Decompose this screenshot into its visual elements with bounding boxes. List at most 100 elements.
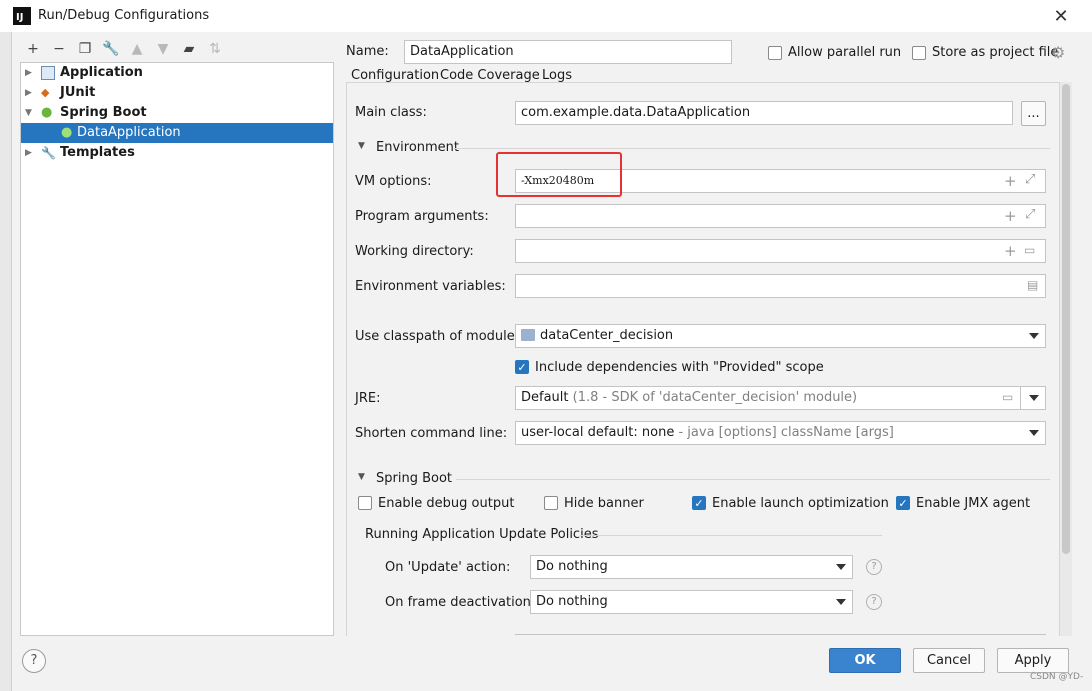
tree-item-dataapplication[interactable]: ● DataApplication bbox=[21, 123, 333, 143]
watermark-text: CSDN @YD- bbox=[1030, 672, 1084, 682]
tree-item-label: Templates bbox=[60, 145, 135, 160]
launch-optimization-checkbox[interactable]: ✓ bbox=[692, 496, 706, 510]
scrollbar-thumb[interactable] bbox=[1062, 84, 1070, 554]
spring-boot-section-title[interactable]: Spring Boot bbox=[376, 471, 452, 486]
highlight-annotation bbox=[496, 152, 622, 197]
chevron-down-icon[interactable] bbox=[836, 564, 846, 570]
editor-gutter-strip bbox=[0, 32, 12, 691]
program-arguments-input[interactable] bbox=[515, 204, 1046, 228]
help-icon[interactable]: ? bbox=[866, 594, 882, 610]
tree-item-junit[interactable]: ▶ ◆ JUnit bbox=[21, 83, 333, 103]
classpath-module-select[interactable]: dataCenter_decision bbox=[515, 324, 1046, 348]
jmx-agent-label: Enable JMX agent bbox=[916, 496, 1031, 511]
debug-output-checkbox[interactable] bbox=[358, 496, 372, 510]
browse-button[interactable]: ... bbox=[1021, 101, 1046, 126]
environment-variables-input[interactable] bbox=[515, 274, 1046, 298]
junit-icon: ◆ bbox=[41, 86, 50, 99]
environment-variables-label: Environment variables: bbox=[355, 279, 506, 294]
spring-boot-icon: ● bbox=[61, 125, 73, 140]
help-icon[interactable]: ? bbox=[866, 559, 882, 575]
environment-section-title[interactable]: Environment bbox=[376, 140, 459, 155]
section-divider bbox=[456, 479, 1050, 480]
partial-field-edge bbox=[515, 634, 1046, 635]
tab-logs[interactable]: Logs bbox=[542, 68, 572, 83]
jre-detail: (1.8 - SDK of 'dataCenter_decision' modu… bbox=[572, 390, 858, 405]
help-button[interactable]: ? bbox=[22, 649, 46, 673]
tree-item-application[interactable]: ▶ Application bbox=[21, 63, 333, 83]
application-icon bbox=[41, 66, 55, 80]
folder-icon[interactable]: ▭ bbox=[1024, 243, 1035, 257]
allow-parallel-checkbox[interactable] bbox=[768, 46, 782, 60]
collapse-arrow-icon[interactable]: ▼ bbox=[358, 472, 365, 482]
name-input[interactable]: DataApplication bbox=[404, 40, 732, 64]
collapse-arrow-icon[interactable]: ▼ bbox=[358, 141, 365, 151]
apply-button[interactable]: Apply bbox=[997, 648, 1069, 673]
main-class-input[interactable]: com.example.data.DataApplication bbox=[515, 101, 1013, 125]
working-directory-label: Working directory: bbox=[355, 244, 474, 259]
tab-code-coverage[interactable]: Code Coverage bbox=[440, 68, 540, 83]
store-project-checkbox[interactable] bbox=[912, 46, 926, 60]
section-divider bbox=[454, 148, 1050, 149]
hide-banner-checkbox[interactable] bbox=[544, 496, 558, 510]
move-up-icon[interactable]: ▲ bbox=[128, 40, 146, 58]
expand-icon[interactable]: ⤢ bbox=[1025, 207, 1035, 222]
jmx-agent-checkbox[interactable]: ✓ bbox=[896, 496, 910, 510]
add-icon[interactable]: + bbox=[24, 40, 42, 58]
close-icon[interactable]: ✕ bbox=[1053, 6, 1069, 27]
expand-arrow-icon[interactable]: ▶ bbox=[25, 143, 32, 163]
on-update-select[interactable]: Do nothing bbox=[530, 555, 853, 579]
tree-item-label: Application bbox=[60, 65, 143, 80]
debug-output-label: Enable debug output bbox=[378, 496, 515, 511]
add-icon[interactable]: + bbox=[1004, 242, 1017, 260]
gear-icon[interactable]: ⚙ bbox=[1051, 43, 1065, 62]
new-folder-icon[interactable]: ▰ bbox=[180, 40, 198, 58]
include-dependencies-checkbox[interactable]: ✓ bbox=[515, 360, 529, 374]
chevron-down-icon[interactable] bbox=[836, 599, 846, 605]
jre-select[interactable]: Default (1.8 - SDK of 'dataCenter_decisi… bbox=[515, 386, 1021, 410]
allow-parallel-label: Allow parallel run bbox=[788, 45, 902, 60]
shorten-value: user-local default: none bbox=[521, 425, 675, 440]
update-policies-title: Running Application Update Policies bbox=[365, 527, 599, 542]
title-bar: IJ Run/Debug Configurations ✕ bbox=[0, 0, 1092, 32]
remove-icon[interactable]: − bbox=[50, 40, 68, 58]
tree-item-label: Spring Boot bbox=[60, 105, 147, 120]
cancel-button[interactable]: Cancel bbox=[913, 648, 985, 673]
expand-arrow-icon[interactable]: ▶ bbox=[25, 63, 32, 83]
move-down-icon[interactable]: ▼ bbox=[154, 40, 172, 58]
hide-banner-label: Hide banner bbox=[564, 496, 644, 511]
tab-configuration[interactable]: Configuration bbox=[351, 68, 439, 83]
shorten-command-line-label: Shorten command line: bbox=[355, 426, 508, 441]
section-divider bbox=[580, 535, 882, 536]
launch-optimization-label: Enable launch optimization bbox=[712, 496, 889, 511]
on-update-label: On 'Update' action: bbox=[385, 560, 511, 575]
expand-icon[interactable]: ⤢ bbox=[1025, 172, 1035, 187]
add-icon[interactable]: + bbox=[1004, 207, 1017, 225]
classpath-module-label: Use classpath of module: bbox=[355, 329, 520, 344]
chevron-down-icon[interactable] bbox=[1029, 333, 1039, 339]
store-project-label: Store as project file bbox=[932, 45, 1059, 60]
configuration-tree[interactable]: ▶ Application ▶ ◆ JUnit ▼ ● Spring Boot … bbox=[20, 62, 334, 636]
program-arguments-label: Program arguments: bbox=[355, 209, 489, 224]
working-directory-input[interactable] bbox=[515, 239, 1046, 263]
chevron-down-icon[interactable] bbox=[1029, 430, 1039, 436]
add-icon[interactable]: + bbox=[1004, 172, 1017, 190]
tree-item-spring-boot[interactable]: ▼ ● Spring Boot bbox=[21, 103, 333, 123]
tree-item-label: JUnit bbox=[60, 85, 96, 100]
include-dependencies-label: Include dependencies with "Provided" sco… bbox=[535, 360, 824, 375]
sort-icon[interactable]: ⇅ bbox=[206, 40, 224, 58]
tree-item-templates[interactable]: ▶ 🔧 Templates bbox=[21, 143, 333, 163]
ok-button[interactable]: OK bbox=[829, 648, 901, 673]
on-frame-deactivation-select[interactable]: Do nothing bbox=[530, 590, 853, 614]
document-icon[interactable]: ▤ bbox=[1027, 278, 1038, 292]
shorten-command-line-select[interactable]: user-local default: none - java [options… bbox=[515, 421, 1046, 445]
folder-icon[interactable]: ▭ bbox=[1002, 390, 1013, 404]
jre-label: JRE: bbox=[355, 391, 381, 406]
chevron-down-icon[interactable] bbox=[1029, 395, 1039, 401]
collapse-arrow-icon[interactable]: ▼ bbox=[25, 103, 32, 123]
tree-item-label: DataApplication bbox=[77, 125, 181, 140]
expand-arrow-icon[interactable]: ▶ bbox=[25, 83, 32, 103]
main-class-label: Main class: bbox=[355, 105, 427, 120]
intellij-app-icon: IJ bbox=[13, 7, 31, 25]
wrench-icon[interactable]: 🔧 bbox=[102, 40, 120, 58]
copy-icon[interactable]: ❐ bbox=[76, 40, 94, 58]
